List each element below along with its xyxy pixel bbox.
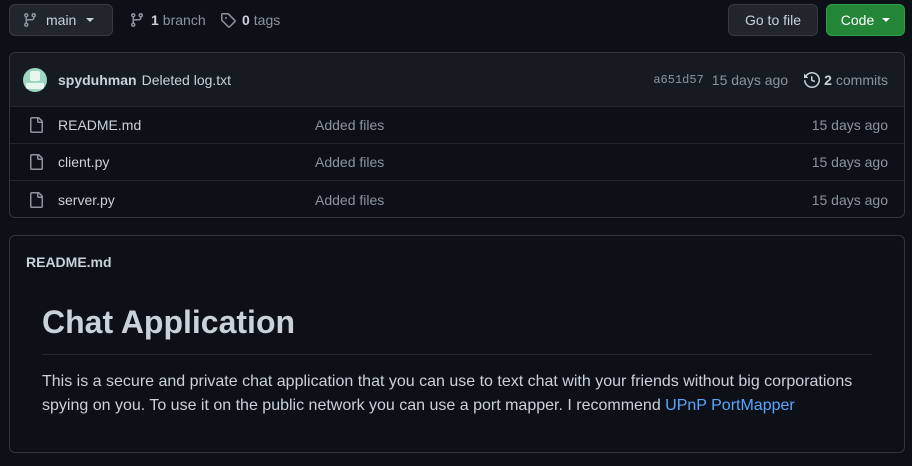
file-row[interactable]: client.py Added files 15 days ago (10, 144, 904, 181)
branch-name: main (46, 12, 77, 28)
file-row[interactable]: server.py Added files 15 days ago (10, 181, 904, 217)
chevron-down-icon (882, 18, 891, 22)
file-icon (28, 117, 44, 133)
history-icon (804, 71, 821, 88)
tag-word: tags (253, 12, 281, 28)
file-commit-message[interactable]: Added files (315, 154, 384, 170)
readme-panel: README.md Chat Application This is a sec… (9, 235, 905, 453)
commits-history-link[interactable]: 2 commits (804, 72, 888, 88)
readme-title: Chat Application (42, 304, 872, 355)
file-name[interactable]: server.py (58, 192, 115, 208)
file-name[interactable]: client.py (58, 154, 109, 170)
git-branch-icon (129, 12, 145, 28)
go-to-file-label: Go to file (744, 12, 802, 28)
readme-paragraph: This is a secure and private chat applic… (42, 370, 872, 418)
chevron-down-icon (86, 18, 95, 22)
tag-icon (220, 12, 236, 28)
file-icon (28, 191, 44, 208)
readme-filename[interactable]: README.md (26, 254, 112, 270)
file-browser: spyduhman Deleted log.txt a651d57 15 day… (9, 52, 905, 218)
file-time: 15 days ago (811, 117, 888, 133)
commit-time: 15 days ago (711, 71, 789, 88)
upnp-portmapper-link[interactable]: UPnP PortMapper (665, 397, 795, 414)
file-icon (28, 154, 44, 170)
tags-link[interactable]: 0 tags (220, 4, 280, 36)
commit-meta: a651d57 15 days ago 2 commits (653, 72, 888, 88)
go-to-file-button[interactable]: Go to file (728, 4, 818, 36)
avatar[interactable] (23, 67, 47, 92)
commit-author[interactable]: spyduhman (58, 72, 137, 88)
file-commit-message[interactable]: Added files (315, 117, 384, 133)
branch-select-button[interactable]: main (9, 4, 113, 36)
commit-sha[interactable]: a651d57 (653, 73, 703, 87)
tag-count: 0 (242, 12, 250, 28)
commits-word: commits (835, 71, 888, 88)
file-time: 15 days ago (811, 191, 888, 208)
commits-count: 2 (824, 71, 832, 88)
file-time: 15 days ago (811, 154, 888, 170)
branch-word: branch (162, 12, 206, 28)
branches-link[interactable]: 1 branch (129, 4, 206, 36)
git-branch-icon (22, 12, 38, 28)
branch-count: 1 (151, 12, 159, 28)
latest-commit-bar: spyduhman Deleted log.txt a651d57 15 day… (10, 53, 904, 107)
code-label: Code (840, 12, 875, 28)
commit-message[interactable]: Deleted log.txt (142, 72, 232, 88)
code-button[interactable]: Code (826, 4, 905, 36)
repo-toolbar: main 1 branch 0 tags Go to file Code (9, 4, 905, 36)
file-row[interactable]: README.md Added files 15 days ago (10, 107, 904, 144)
file-commit-message[interactable]: Added files (315, 192, 384, 208)
file-name[interactable]: README.md (58, 117, 141, 133)
